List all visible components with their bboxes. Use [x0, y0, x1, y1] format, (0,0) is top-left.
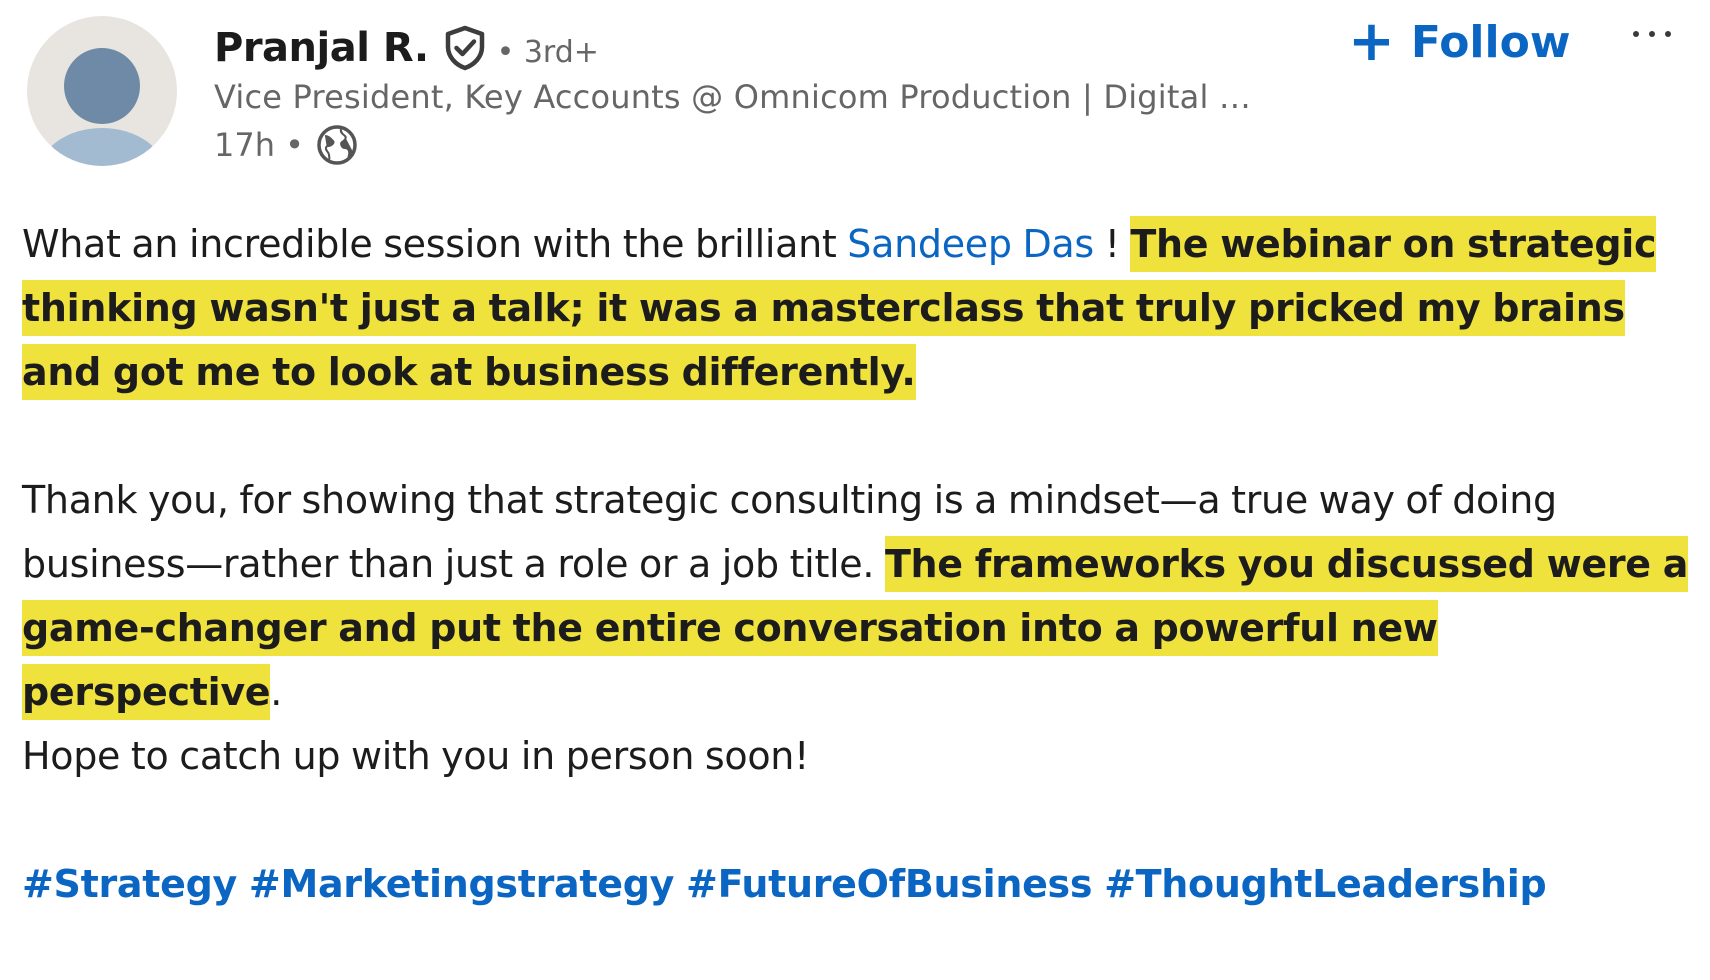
post-body: What an incredible session with the bril…	[22, 212, 1702, 980]
paragraph-1-after-mention: !	[1093, 222, 1131, 266]
plus-icon: +	[1348, 9, 1395, 74]
hashtag-strategy[interactable]: #Strategy	[22, 862, 237, 906]
post-timestamp[interactable]: 17h •	[214, 126, 304, 164]
author-avatar[interactable]	[27, 16, 177, 166]
mention-link[interactable]: Sandeep Das	[847, 222, 1094, 266]
hashtag-list: #Strategy #Marketingstrategy #FutureOfBu…	[22, 852, 1702, 916]
ellipsis-icon	[1628, 31, 1676, 37]
hashtag-thoughtleadership[interactable]: #ThoughtLeadership	[1104, 862, 1547, 906]
feed-post: Pranjal R. • 3rd+ Vice President, Key Ac…	[0, 0, 1710, 906]
avatar-shoulders-shape	[39, 128, 165, 166]
paragraph-2-closing: Hope to catch up with you in person soon…	[22, 734, 810, 778]
hashtag-futureofbusiness[interactable]: #FutureOfBusiness	[686, 862, 1092, 906]
follow-label: Follow	[1410, 16, 1571, 68]
paragraph-1-intro: What an incredible session with the bril…	[22, 222, 848, 266]
post-meta: 17h •	[214, 124, 358, 166]
shield-check-icon	[443, 25, 487, 71]
author-name-row: Pranjal R. • 3rd+	[214, 18, 599, 78]
more-options-button[interactable]	[1622, 14, 1682, 54]
post-paragraph-2: Thank you, for showing that strategic co…	[22, 468, 1702, 788]
author-headline[interactable]: Vice President, Key Accounts @ Omnicom P…	[214, 78, 1294, 116]
paragraph-2-period: .	[270, 670, 283, 714]
follow-button[interactable]: + Follow	[1348, 12, 1570, 72]
globe-icon	[316, 124, 358, 166]
avatar-head-shape	[64, 48, 140, 124]
connection-degree: • 3rd+	[496, 34, 599, 70]
author-name[interactable]: Pranjal R.	[214, 25, 429, 71]
hashtag-marketingstrategy[interactable]: #Marketingstrategy	[249, 862, 674, 906]
post-paragraph-1: What an incredible session with the bril…	[22, 212, 1702, 404]
